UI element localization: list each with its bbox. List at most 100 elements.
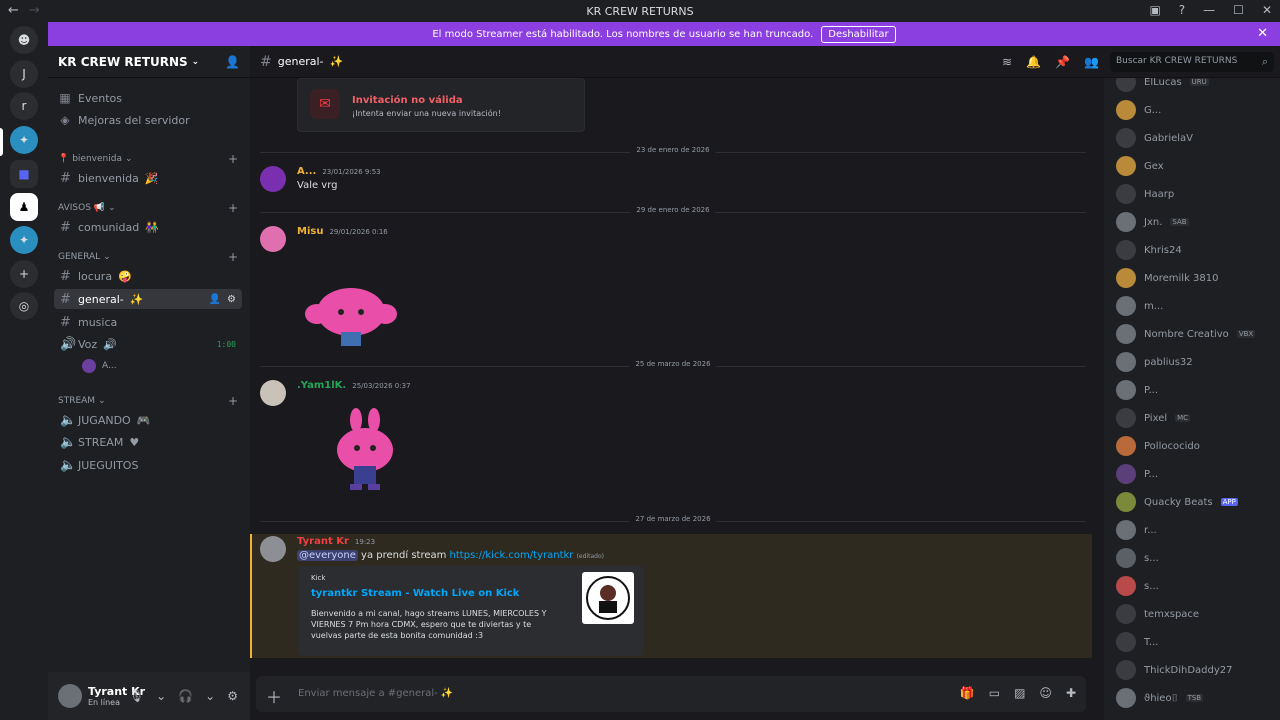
- channel-comunidad[interactable]: # comunidad 👫: [54, 217, 242, 237]
- add-channel-icon[interactable]: +: [228, 394, 238, 408]
- channel-locura[interactable]: # locura 🤪: [54, 266, 242, 286]
- discover-icon[interactable]: ◎: [10, 292, 38, 320]
- chevron-down-icon[interactable]: ⌄: [205, 689, 215, 703]
- member-item[interactable]: Quacky Beats APP: [1116, 492, 1238, 512]
- voice-user[interactable]: A...: [76, 356, 236, 376]
- settings-gear-icon[interactable]: ⚙: [227, 689, 238, 703]
- boosts-item[interactable]: ◈ Mejoras del servidor: [58, 110, 189, 130]
- minimize-icon[interactable]: —: [1203, 3, 1215, 17]
- channel-musica[interactable]: # musica: [54, 312, 242, 332]
- events-item[interactable]: ▦ Eventos: [58, 88, 122, 108]
- close-banner-icon[interactable]: ✕: [1257, 26, 1268, 41]
- voice-channel-stream[interactable]: 🔈 STREAM ♥: [54, 432, 242, 452]
- member-item[interactable]: Moremilk 3810: [1116, 268, 1219, 288]
- search-input[interactable]: Buscar KR CREW RETURNS ⌕: [1110, 52, 1274, 72]
- member-item[interactable]: ElLucas URU: [1116, 78, 1209, 92]
- add-channel-icon[interactable]: +: [228, 201, 238, 215]
- member-item[interactable]: temxspace: [1116, 604, 1199, 624]
- avatar[interactable]: [260, 226, 286, 252]
- member-item[interactable]: s...: [1116, 548, 1159, 568]
- channel-bienvenida[interactable]: # bienvenida 🎉: [54, 168, 242, 188]
- discord-home-icon[interactable]: ☻: [10, 26, 38, 54]
- chevron-down-icon[interactable]: ⌄: [156, 689, 166, 703]
- voice-channel-jueguitos[interactable]: 🔈 JUEGUITOS: [54, 455, 242, 475]
- help-icon[interactable]: ?: [1179, 3, 1185, 17]
- maximize-icon[interactable]: ☐: [1233, 3, 1244, 17]
- member-item[interactable]: r...: [1116, 520, 1157, 540]
- inbox-icon[interactable]: ▣: [1149, 3, 1160, 17]
- speaker-icon: 🔈: [60, 412, 77, 428]
- message-input[interactable]: Enviar mensaje a #general- ✨: [298, 688, 453, 699]
- member-item[interactable]: Nombre Creativo VBX: [1116, 324, 1256, 344]
- avatar[interactable]: [260, 536, 286, 562]
- member-item[interactable]: Gex: [1116, 156, 1164, 176]
- member-item[interactable]: m...: [1116, 296, 1163, 316]
- apps-icon[interactable]: ✚: [1066, 686, 1076, 700]
- voice-channel-jugando[interactable]: 🔈 JUGANDO 🎮: [54, 410, 242, 430]
- category-avisos[interactable]: AVISOS 📢 ⌄ +: [58, 201, 238, 215]
- member-item[interactable]: s...: [1116, 576, 1159, 596]
- member-list-icon[interactable]: 👥: [1084, 55, 1099, 69]
- message-author[interactable]: A... 23/01/2026 9:53: [297, 166, 381, 177]
- avatar: [1116, 324, 1136, 344]
- add-channel-icon[interactable]: +: [228, 250, 238, 264]
- avatar: [1116, 408, 1136, 428]
- member-name: temxspace: [1144, 608, 1200, 620]
- server-icon-silhouette[interactable]: ♟: [10, 193, 38, 221]
- member-item[interactable]: T...: [1116, 632, 1158, 652]
- add-channel-icon[interactable]: +: [228, 152, 238, 166]
- category-general[interactable]: GENERAL ⌄ +: [58, 250, 238, 264]
- member-item[interactable]: P...: [1116, 464, 1158, 484]
- member-item[interactable]: GabrielaV: [1116, 128, 1193, 148]
- member-item[interactable]: ϑhieo⌷ TSB: [1116, 688, 1204, 708]
- link-embed: Kick tyrantkr Stream - Watch Live on Kic…: [298, 566, 644, 656]
- member-item[interactable]: Jxn. SAB: [1116, 212, 1189, 232]
- message-composer[interactable]: ＋ Enviar mensaje a #general- ✨ 🎁 ▭ ▨ ☺ ✚: [256, 676, 1086, 712]
- category-stream[interactable]: STREAM ⌄ +: [58, 394, 238, 408]
- bell-icon[interactable]: 🔔: [1026, 55, 1041, 69]
- category-bienvenida[interactable]: 📍 bienvenida ⌄ +: [58, 152, 238, 166]
- member-item[interactable]: Khris24: [1116, 240, 1182, 260]
- headphones-icon[interactable]: 🎧: [178, 689, 193, 703]
- voice-channel-voz[interactable]: 🔊 Voz 🔊 1:00: [54, 334, 242, 354]
- everyone-mention[interactable]: @everyone: [297, 550, 358, 561]
- embed-title[interactable]: tyrantkr Stream - Watch Live on Kick: [311, 588, 519, 599]
- server-icon-j[interactable]: J: [10, 60, 38, 88]
- threads-icon[interactable]: ≋: [1002, 55, 1012, 69]
- member-item[interactable]: Pollococido: [1116, 436, 1200, 456]
- server-header[interactable]: KR CREW RETURNS ⌄ 👤: [48, 46, 250, 78]
- server-icon-kr-crew[interactable]: ✦: [10, 126, 38, 154]
- message-author[interactable]: Tyrant Kr 19:23: [297, 536, 375, 547]
- user-avatar[interactable]: [58, 684, 82, 708]
- gif-icon[interactable]: ▭: [989, 686, 1000, 700]
- folder-icon[interactable]: ■: [10, 160, 38, 188]
- sticker-icon[interactable]: ▨: [1014, 686, 1025, 700]
- add-attachment-icon[interactable]: ＋: [266, 684, 282, 708]
- member-item[interactable]: pablius32: [1116, 352, 1193, 372]
- server-icon-crew[interactable]: ✦: [10, 226, 38, 254]
- member-item[interactable]: Haarp: [1116, 184, 1174, 204]
- kick-link[interactable]: https://kick.com/tyrantkr: [450, 550, 574, 561]
- avatar[interactable]: [260, 380, 286, 406]
- embed-thumbnail[interactable]: [582, 572, 634, 624]
- channel-general[interactable]: # general- ✨ 👤 ⚙: [54, 289, 242, 309]
- member-item[interactable]: G...: [1116, 100, 1161, 120]
- pin-icon[interactable]: 📌: [1055, 55, 1070, 69]
- disable-streamer-button[interactable]: Deshabilitar: [821, 25, 896, 43]
- gear-icon[interactable]: ⚙: [227, 294, 236, 305]
- message-author[interactable]: Misu 29/01/2026 0:16: [297, 226, 388, 237]
- add-server-icon[interactable]: +: [10, 260, 38, 288]
- member-item[interactable]: ThickDihDaddy27: [1116, 660, 1233, 680]
- gift-icon[interactable]: 🎁: [960, 686, 975, 700]
- embed-provider[interactable]: Kick: [311, 574, 325, 582]
- microphone-icon[interactable]: 🎙: [129, 689, 144, 703]
- member-item[interactable]: Pixel MC: [1116, 408, 1191, 428]
- invite-icon[interactable]: 👤: [209, 294, 221, 305]
- invite-people-icon[interactable]: 👤: [225, 55, 240, 69]
- message-author[interactable]: .Yam1lK. 25/03/2026 0:37: [297, 380, 411, 391]
- emoji-icon[interactable]: ☺: [1039, 686, 1052, 700]
- member-item[interactable]: P...: [1116, 380, 1158, 400]
- avatar[interactable]: [260, 166, 286, 192]
- server-icon-r[interactable]: r: [10, 92, 38, 120]
- close-window-icon[interactable]: ✕: [1262, 3, 1272, 17]
